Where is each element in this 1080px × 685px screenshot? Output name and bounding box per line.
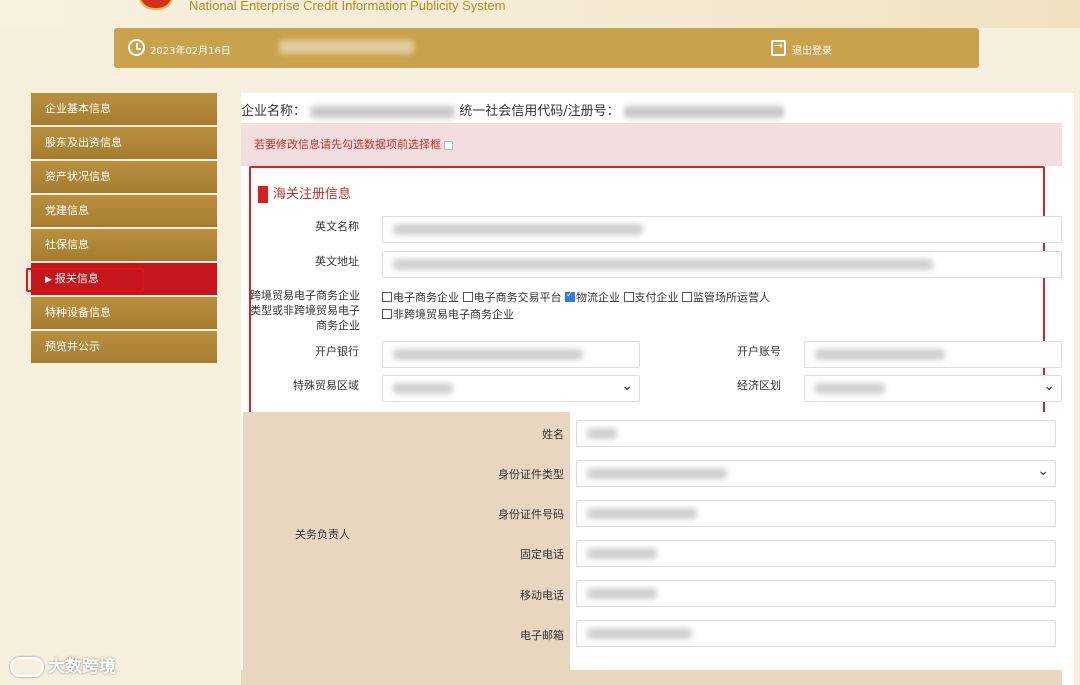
contact-phone-label: 固定电话 xyxy=(520,548,564,561)
option-label: 监管场所运营人 xyxy=(693,291,770,304)
contact-name-label: 姓名 xyxy=(542,428,564,441)
contact-mobile-input[interactable] xyxy=(576,580,1056,607)
option-label: 物流企业 xyxy=(576,291,620,304)
contact-id-type-label: 身份证件类型 xyxy=(498,468,564,481)
contact-label-panel: 关务负责人 姓名 身份证件类型 身份证件号码 固定电话 移动电话 电子邮箱 xyxy=(243,412,570,685)
watermark: 大数跨境 xyxy=(10,652,116,677)
sidebar-item-label: 特种设备信息 xyxy=(45,306,111,319)
redacted-value xyxy=(587,428,617,439)
customs-contact-block: 关务负责人 姓名 身份证件类型 身份证件号码 固定电话 移动电话 电子邮箱 xyxy=(243,412,1062,685)
contact-id-number-input[interactable] xyxy=(576,500,1056,527)
contact-name-input[interactable] xyxy=(576,420,1056,447)
company-name-label: 企业名称： xyxy=(241,104,307,119)
redacted-value xyxy=(393,383,453,394)
system-title: National Enterprise Credit Information P… xyxy=(189,0,506,13)
sidebar-item-basic-info[interactable]: 企业基本信息 xyxy=(31,93,217,125)
watermark-text: 大数跨境 xyxy=(48,657,116,677)
ecommerce-options-row-1: 电子商务企业 电子商务交易平台 物流企业 支付企业 监管场所运营人 xyxy=(382,289,770,305)
special-zone-label: 特殊贸易区域 xyxy=(293,379,359,392)
top-banner: National Enterprise Credit Information P… xyxy=(0,0,1080,28)
sidebar-item-shareholders[interactable]: 股东及出资信息 xyxy=(31,127,217,159)
economic-zone-label: 经济区划 xyxy=(737,379,781,392)
logout-icon[interactable] xyxy=(771,39,786,56)
redacted-value xyxy=(587,548,657,559)
account-label: 开户账号 xyxy=(737,345,781,358)
redacted-value xyxy=(393,259,933,270)
redacted-value xyxy=(815,349,945,360)
sidebar-item-label: 预览并公示 xyxy=(45,340,100,353)
notice-text: 若要修改信息请先勾选数据项前选择框 xyxy=(254,138,441,151)
credit-code-redacted xyxy=(623,105,784,118)
ecommerce-type-label: 跨境贸易电子商务企业类型或非跨境贸易电子商务企业 xyxy=(250,289,360,332)
special-zone-select[interactable] xyxy=(382,375,640,402)
redacted-value xyxy=(393,349,583,360)
english-name-input[interactable] xyxy=(382,216,1062,243)
redacted-value xyxy=(587,588,657,599)
section-title: 海关注册信息 xyxy=(258,183,351,203)
company-info-line: 企业名称： 统一社会信用代码/注册号： xyxy=(241,100,784,119)
contact-id-number-label: 身份证件号码 xyxy=(498,508,564,521)
checkbox-ecommerce-enterprise[interactable] xyxy=(382,292,392,302)
main-content: 企业名称： 统一社会信用代码/注册号： 若要修改信息请先勾选数据项前选择框 海关… xyxy=(241,93,1074,685)
checkbox-payment-enterprise[interactable] xyxy=(623,292,634,302)
sidebar-item-preview-publish[interactable]: 预览并公示 xyxy=(31,331,217,363)
option-label: 非跨境贸易电子商务企业 xyxy=(393,308,514,321)
account-input[interactable] xyxy=(804,341,1062,368)
notice-banner: 若要修改信息请先勾选数据项前选择框 xyxy=(241,123,1062,166)
notice-checkbox-icon xyxy=(444,140,453,150)
checkbox-logistics-enterprise[interactable] xyxy=(565,290,575,302)
section-title-text: 海关注册信息 xyxy=(273,187,352,202)
option-label: 电子商务企业 xyxy=(393,291,459,304)
logout-link[interactable]: 退出登录 xyxy=(792,42,832,57)
economic-zone-select[interactable] xyxy=(804,375,1062,402)
redacted-value xyxy=(587,468,727,479)
english-name-label: 英文名称 xyxy=(315,220,359,233)
contact-email-input[interactable] xyxy=(576,620,1056,647)
option-label: 电子商务交易平台 xyxy=(473,291,562,304)
national-emblem-icon xyxy=(138,0,174,10)
contact-phone-input[interactable] xyxy=(576,540,1056,567)
english-address-input[interactable] xyxy=(382,251,1062,278)
redacted-value xyxy=(587,508,697,519)
sidebar-nav: 企业基本信息 股东及出资信息 资产状况信息 党建信息 社保信息 ▶ 报关信息 特种… xyxy=(26,93,217,365)
contact-email-label: 电子邮箱 xyxy=(520,629,564,642)
clock-icon xyxy=(128,39,145,56)
sidebar-item-special-equipment[interactable]: 特种设备信息 xyxy=(31,297,217,329)
bank-label: 开户银行 xyxy=(315,345,359,358)
section-marker-icon xyxy=(258,186,268,203)
redacted-value xyxy=(587,628,692,639)
contact-id-type-select[interactable] xyxy=(576,460,1056,487)
sidebar-item-label: 党建信息 xyxy=(45,204,89,217)
contact-role-label: 关务负责人 xyxy=(295,528,350,541)
date-text: 2023年02月16日 xyxy=(150,46,231,57)
checkbox-non-crossborder[interactable] xyxy=(382,309,392,319)
watermark-logo-icon xyxy=(10,657,44,677)
option-label: 支付企业 xyxy=(634,291,679,304)
sidebar-item-label: 社保信息 xyxy=(45,238,89,251)
next-section-strip xyxy=(241,670,1062,685)
sidebar-item-label: 企业基本信息 xyxy=(45,102,111,115)
checkbox-ecommerce-platform[interactable] xyxy=(462,292,473,302)
bank-input[interactable] xyxy=(382,341,640,368)
highlight-frame xyxy=(26,268,144,292)
sidebar-item-customs[interactable]: ▶ 报关信息 xyxy=(26,263,217,295)
checkbox-supervision-operator[interactable] xyxy=(682,292,692,302)
redacted-value xyxy=(815,383,885,394)
sidebar-item-assets[interactable]: 资产状况信息 xyxy=(31,161,217,193)
sidebar-item-label: 股东及出资信息 xyxy=(45,136,122,149)
english-address-label: 英文地址 xyxy=(315,255,359,268)
contact-mobile-label: 移动电话 xyxy=(520,589,564,602)
company-name-redacted xyxy=(310,105,456,118)
sidebar-item-social-security[interactable]: 社保信息 xyxy=(31,229,217,261)
credit-code-label: 统一社会信用代码/注册号： xyxy=(459,104,620,119)
sidebar-item-party[interactable]: 党建信息 xyxy=(31,195,217,227)
user-name-redacted xyxy=(279,40,414,54)
sidebar-item-label: 资产状况信息 xyxy=(45,170,111,183)
ecommerce-options-row-2: 非跨境贸易电子商务企业 xyxy=(382,306,514,322)
redacted-value xyxy=(393,224,643,235)
user-bar: 2023年02月16日 退出登录 xyxy=(114,28,979,68)
